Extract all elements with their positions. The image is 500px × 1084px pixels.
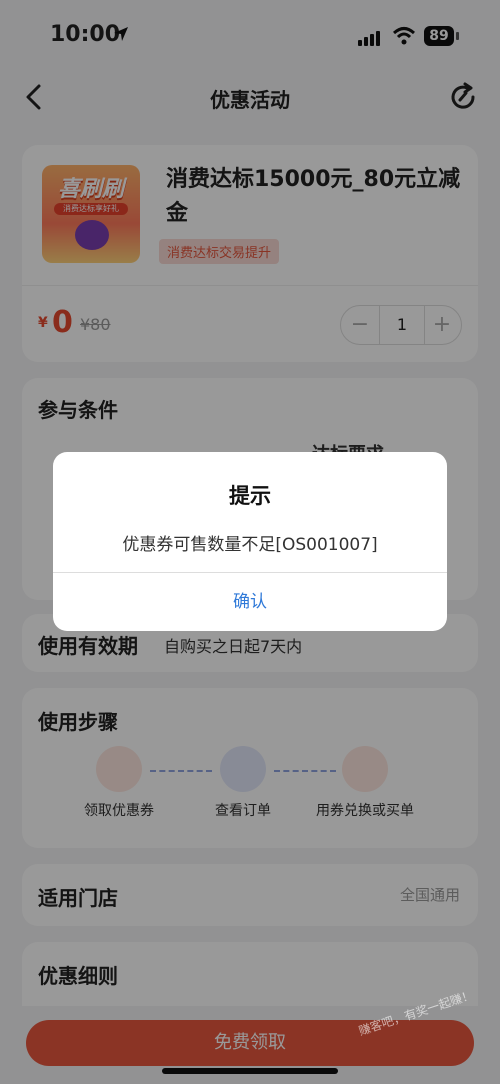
confirm-button[interactable]: 确认 [53,573,447,631]
dialog-title: 提示 [229,484,271,508]
dialog-message: 优惠券可售数量不足[OS001007] [122,535,378,555]
alert-dialog: 提示 优惠券可售数量不足[OS001007] 确认 [53,452,447,631]
